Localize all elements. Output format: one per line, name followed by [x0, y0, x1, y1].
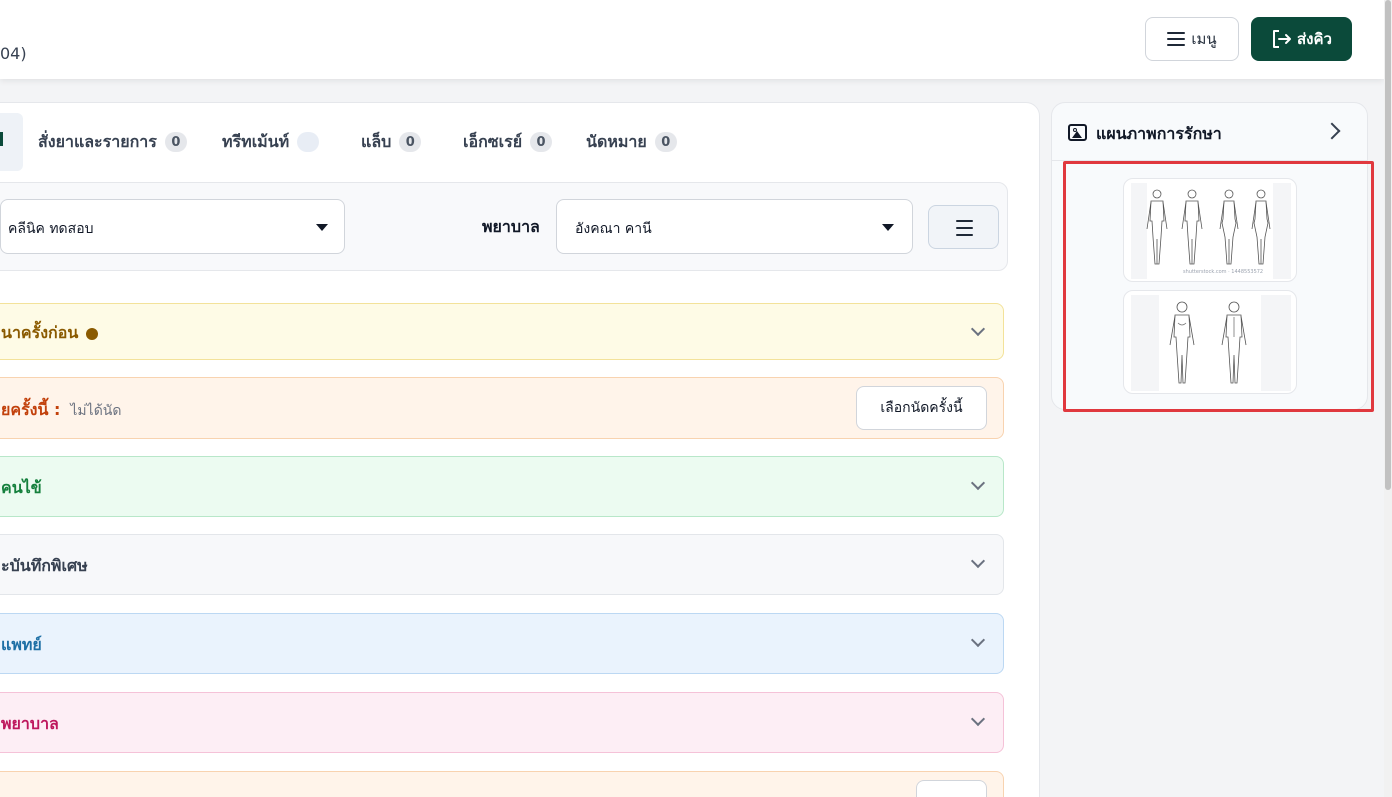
tab-count-badge: [297, 132, 320, 152]
tab-label: นัดหมาย: [586, 131, 647, 151]
tab-count-badge: 0: [164, 132, 187, 152]
tab-label: เอ็กซเรย์: [463, 131, 523, 151]
status-dot: [86, 327, 99, 340]
tab-label: แล็บ: [361, 131, 392, 151]
appointment-status: ไม่ได้นัด: [70, 403, 122, 419]
logout-arrow-icon: [1273, 30, 1292, 48]
tab-count-badge: 0: [530, 132, 553, 152]
section-patient[interactable]: คนไข้: [0, 456, 1004, 517]
section-title: นาครั้งก่อน: [1, 321, 99, 346]
tab-orders[interactable]: สั่งยาและรายการ 0: [38, 130, 187, 154]
caret-down-icon: [316, 224, 328, 231]
selection-highlight: [1063, 161, 1374, 412]
clinic-select-value: คลีนิค ทดสอบ: [8, 221, 94, 237]
section-title: แพทย์: [1, 635, 42, 654]
send-queue-label: ส่งคิว: [1297, 30, 1332, 48]
nurse-select[interactable]: อังคณา คานี: [556, 199, 913, 254]
scrollbar-thumb[interactable]: [1385, 0, 1391, 490]
nurse-select-value: อังคณา คานี: [575, 221, 652, 237]
section-nurse[interactable]: พยาบาล: [0, 692, 1004, 753]
list-menu-button[interactable]: [928, 205, 999, 249]
chevron-down-icon: [970, 475, 986, 491]
tab-count-badge: 0: [654, 132, 677, 152]
caret-down-icon: [882, 224, 894, 231]
header-patient-text: 04): [0, 44, 27, 63]
clinic-select[interactable]: คลีนิค ทดสอบ: [0, 199, 345, 254]
select-appointment-button[interactable]: เลือกนัดครั้งนี้: [856, 386, 987, 430]
chevron-down-icon: [970, 553, 986, 569]
section-appointment: ยครั้งนี้ : ไม่ได้นัด: [0, 377, 1004, 439]
tab-appointment[interactable]: นัดหมาย 0: [586, 130, 677, 154]
section-title: คนไข้: [1, 478, 42, 497]
section-title: ะบันทึกพิเศษ: [1, 556, 88, 575]
image-icon: [1068, 124, 1087, 141]
section-title: พยาบาล: [1, 714, 59, 733]
tab-active[interactable]: [0, 113, 23, 171]
hamburger-icon: [1167, 32, 1186, 46]
section-title: ยครั้งนี้ : ไม่ได้นัด: [1, 400, 122, 419]
nurse-label: พยาบาล: [482, 217, 540, 236]
send-queue-button[interactable]: ส่งคิว: [1251, 17, 1352, 61]
section-previous-visit[interactable]: นาครั้งก่อน: [0, 303, 1004, 360]
tab-treatment[interactable]: ทรีทเม้นท์: [222, 130, 320, 154]
section-next-appointment: [0, 771, 1004, 797]
menu-button[interactable]: เมนู: [1145, 17, 1239, 61]
section-special-notes[interactable]: ะบันทึกพิเศษ: [0, 534, 1004, 595]
tab-label: ทรีทเม้นท์: [222, 131, 290, 151]
hamburger-icon: [956, 220, 973, 236]
chevron-down-icon: [970, 711, 986, 727]
tab-xray[interactable]: เอ็กซเรย์ 0: [463, 130, 553, 154]
chevron-down-icon: [970, 632, 986, 648]
top-header: 04) เมนู ส่งคิว: [0, 0, 1384, 79]
page-scrollbar[interactable]: [1384, 0, 1392, 797]
menu-button-label: เมนู: [1191, 30, 1217, 48]
tab-lab[interactable]: แล็บ 0: [361, 130, 422, 154]
tab-count-badge: 0: [399, 132, 422, 152]
treatment-diagram-title: แผนภาพการรักษา: [1096, 124, 1222, 143]
section-action-button[interactable]: [916, 780, 987, 797]
tab-label: สั่งยาและรายการ: [38, 131, 157, 151]
section-doctor[interactable]: แพทย์: [0, 613, 1004, 674]
chevron-down-icon: [970, 321, 986, 337]
